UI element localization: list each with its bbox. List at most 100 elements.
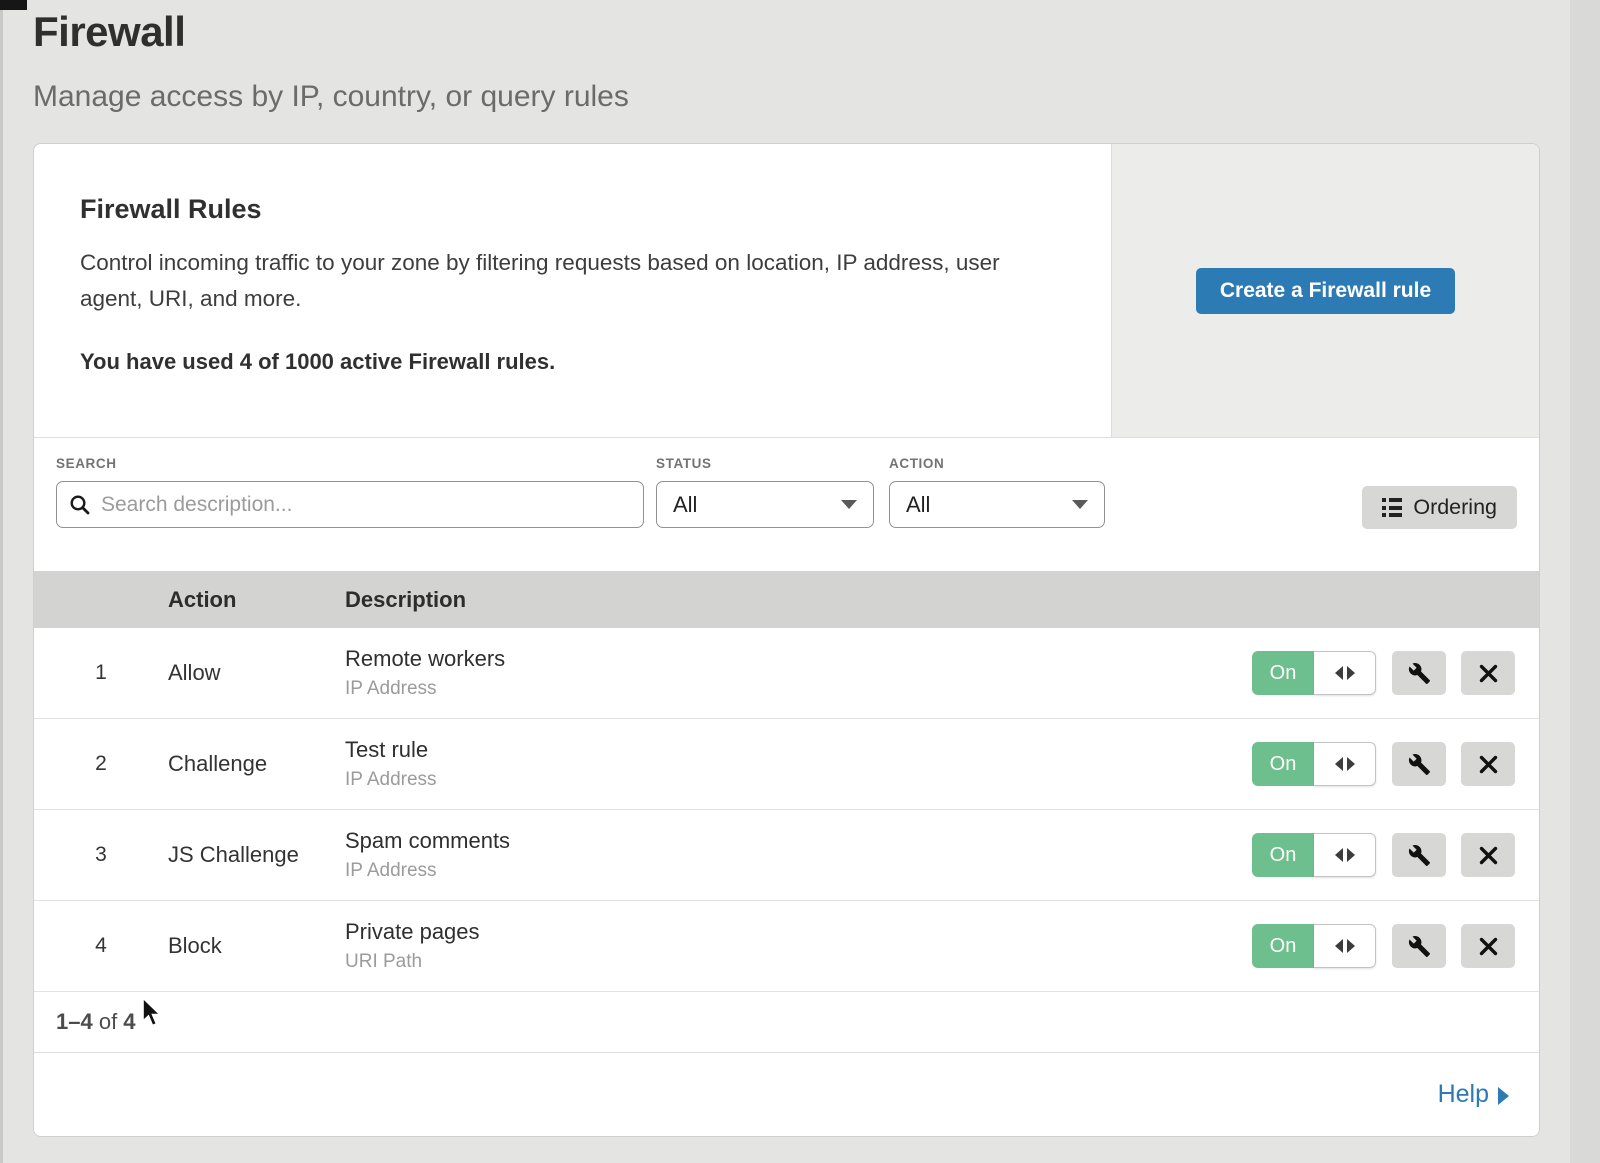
rule-priority: 1	[34, 661, 168, 685]
rule-enable-toggle[interactable]: On	[1252, 742, 1376, 786]
rule-description-cell: Private pages URI Path	[345, 919, 1252, 973]
delete-rule-button[interactable]	[1461, 833, 1515, 877]
action-dropdown[interactable]: All	[889, 481, 1105, 528]
search-icon	[69, 494, 90, 515]
table-row: 3 JS Challenge Spam comments IP Address …	[34, 810, 1539, 901]
rule-controls: On	[1252, 833, 1539, 877]
status-label: STATUS	[656, 456, 874, 471]
filter-bar: SEARCH STATUS All ACTION All	[34, 438, 1539, 571]
rule-controls: On	[1252, 924, 1539, 968]
page-right-edge	[1570, 0, 1600, 1163]
rule-action: Allow	[168, 660, 345, 686]
edit-rule-button[interactable]	[1392, 833, 1446, 877]
ordered-list-icon	[1382, 498, 1403, 517]
wrench-icon	[1408, 935, 1431, 958]
action-label: ACTION	[889, 456, 1105, 471]
create-rule-panel: Create a Firewall rule	[1111, 144, 1539, 437]
close-icon	[1478, 663, 1499, 684]
toggle-on-label: On	[1252, 651, 1314, 695]
rules-summary-section: Firewall Rules Control incoming traffic …	[34, 144, 1539, 438]
table-header: Action Description	[34, 571, 1539, 628]
close-icon	[1478, 936, 1499, 957]
ordering-button[interactable]: Ordering	[1362, 486, 1517, 529]
rule-enable-toggle[interactable]: On	[1252, 651, 1376, 695]
create-firewall-rule-button[interactable]: Create a Firewall rule	[1196, 268, 1455, 314]
page-left-edge	[0, 0, 3, 1163]
close-icon	[1478, 845, 1499, 866]
close-icon	[1478, 754, 1499, 775]
rules-usage-note: You have used 4 of 1000 active Firewall …	[80, 349, 1065, 375]
rule-action: Block	[168, 933, 345, 959]
rule-description: Test rule	[345, 737, 1252, 763]
page-header: Firewall Manage access by IP, country, o…	[33, 8, 629, 114]
pagination: 1–4 of 4	[34, 992, 1539, 1052]
rules-summary-text: Firewall Rules Control incoming traffic …	[34, 144, 1111, 437]
rule-priority: 2	[34, 752, 168, 776]
pagination-total: 4	[123, 1009, 135, 1035]
page-subtitle: Manage access by IP, country, or query r…	[33, 80, 629, 114]
search-field-wrap	[56, 481, 644, 528]
table-row: 1 Allow Remote workers IP Address On	[34, 628, 1539, 719]
card-footer: Help	[34, 1052, 1539, 1136]
description-column-header: Description	[345, 587, 1539, 613]
rules-heading: Firewall Rules	[80, 194, 1065, 225]
rule-description-cell: Test rule IP Address	[345, 737, 1252, 791]
rule-priority: 3	[34, 843, 168, 867]
rule-controls: On	[1252, 651, 1539, 695]
action-column-header: Action	[168, 587, 345, 613]
toggle-on-label: On	[1252, 833, 1314, 877]
table-row: 2 Challenge Test rule IP Address On	[34, 719, 1539, 810]
rule-description: Spam comments	[345, 828, 1252, 854]
screen-corner-notch	[0, 0, 27, 10]
rule-action: JS Challenge	[168, 842, 345, 868]
edit-rule-button[interactable]	[1392, 742, 1446, 786]
ordering-button-label: Ordering	[1413, 495, 1497, 520]
rule-description-cell: Remote workers IP Address	[345, 646, 1252, 700]
rule-controls: On	[1252, 742, 1539, 786]
help-link-label: Help	[1438, 1080, 1489, 1109]
delete-rule-button[interactable]	[1461, 924, 1515, 968]
rule-description-cell: Spam comments IP Address	[345, 828, 1252, 882]
search-group: SEARCH	[56, 456, 644, 528]
status-dropdown[interactable]: All	[656, 481, 874, 528]
delete-rule-button[interactable]	[1461, 651, 1515, 695]
rule-match-type: IP Address	[345, 860, 1252, 882]
search-label: SEARCH	[56, 456, 644, 471]
rule-match-type: URI Path	[345, 951, 1252, 973]
rule-priority: 4	[34, 934, 168, 958]
help-arrow-icon	[1498, 1087, 1509, 1105]
wrench-icon	[1408, 662, 1431, 685]
rule-match-type: IP Address	[345, 769, 1252, 791]
edit-rule-button[interactable]	[1392, 651, 1446, 695]
action-group: ACTION All	[889, 456, 1105, 528]
pagination-range: 1–4	[56, 1009, 93, 1035]
toggle-on-label: On	[1252, 924, 1314, 968]
rule-match-type: IP Address	[345, 678, 1252, 700]
toggle-on-label: On	[1252, 742, 1314, 786]
firewall-rules-card: Firewall Rules Control incoming traffic …	[33, 143, 1540, 1137]
wrench-icon	[1408, 844, 1431, 867]
delete-rule-button[interactable]	[1461, 742, 1515, 786]
rule-action: Challenge	[168, 751, 345, 777]
rule-description: Remote workers	[345, 646, 1252, 672]
toggle-arrows-icon	[1314, 651, 1376, 695]
rule-description: Private pages	[345, 919, 1252, 945]
toggle-arrows-icon	[1314, 924, 1376, 968]
rule-enable-toggle[interactable]: On	[1252, 924, 1376, 968]
help-link[interactable]: Help	[1438, 1080, 1509, 1109]
rules-description: Control incoming traffic to your zone by…	[80, 245, 1025, 317]
edit-rule-button[interactable]	[1392, 924, 1446, 968]
status-group: STATUS All	[656, 456, 874, 528]
chevron-down-icon	[841, 500, 857, 509]
action-dropdown-value: All	[906, 492, 930, 518]
search-input[interactable]	[56, 481, 644, 528]
toggle-arrows-icon	[1314, 742, 1376, 786]
page-title: Firewall	[33, 8, 629, 56]
chevron-down-icon	[1072, 500, 1088, 509]
status-dropdown-value: All	[673, 492, 697, 518]
wrench-icon	[1408, 753, 1431, 776]
toggle-arrows-icon	[1314, 833, 1376, 877]
table-row: 4 Block Private pages URI Path On	[34, 901, 1539, 992]
pagination-of: of	[93, 1009, 124, 1035]
rule-enable-toggle[interactable]: On	[1252, 833, 1376, 877]
